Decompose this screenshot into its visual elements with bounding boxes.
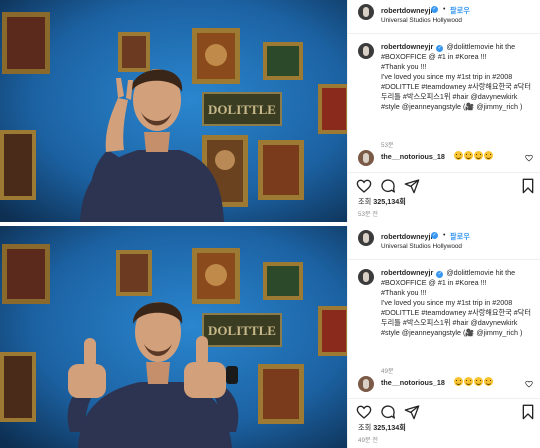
wall-painting xyxy=(318,306,347,356)
wall-painting xyxy=(2,12,50,74)
wall-painting xyxy=(192,248,240,304)
view-count-number: 325,134회 xyxy=(373,197,406,206)
caption-line: I've loved you since my #1st trip in #20… xyxy=(381,298,531,337)
caption-text: robertdowneyjr ✓ @dolittlemovie hit the #B… xyxy=(381,42,537,112)
view-count: 조회 325,134회 xyxy=(358,197,406,207)
wall-painting xyxy=(0,352,36,422)
follow-button[interactable]: 팔로우 xyxy=(450,232,470,242)
share-icon[interactable] xyxy=(404,404,420,420)
comment-icon[interactable] xyxy=(380,178,396,194)
sign-text: DOLITTLE xyxy=(208,102,276,117)
grin-emoji-icon xyxy=(454,151,463,160)
separator-dot: • xyxy=(443,6,446,13)
author-username[interactable]: robertdowneyjr xyxy=(381,232,433,241)
commenter-username[interactable]: the__notorious_18 xyxy=(381,152,445,161)
post-header: robertdowneyjr ✓ • 팔로우 Universal Studios… xyxy=(348,226,540,260)
action-bar xyxy=(348,398,540,424)
wall-painting xyxy=(263,262,303,300)
grin-emoji-icon xyxy=(474,377,483,386)
heart-icon[interactable] xyxy=(356,178,372,194)
wall-painting xyxy=(2,244,50,304)
bookmark-icon[interactable] xyxy=(520,178,536,194)
video-frame: DOLITTLE xyxy=(0,0,347,222)
comment-icon[interactable] xyxy=(380,404,396,420)
dolittle-sign: DOLITTLE xyxy=(202,313,282,347)
caption-text: robertdowneyjr ✓ @dolittlemovie hit the #B… xyxy=(381,268,537,338)
wall-painting xyxy=(263,42,303,80)
grin-emoji-icon xyxy=(464,377,473,386)
author-avatar[interactable] xyxy=(358,4,374,20)
heart-icon[interactable] xyxy=(356,404,372,420)
caption-avatar[interactable] xyxy=(358,43,374,59)
grin-emoji-icon xyxy=(454,377,463,386)
comment-emojis xyxy=(454,377,494,386)
wall-painting xyxy=(118,32,150,72)
sign-text: DOLITTLE xyxy=(208,323,276,338)
wall-painting xyxy=(192,28,240,84)
action-bar xyxy=(348,172,540,198)
grin-emoji-icon xyxy=(484,151,493,160)
post-sidebar: robertdowneyjr ✓ • 팔로우 Universal Studios… xyxy=(347,0,540,222)
post-header: robertdowneyjr ✓ • 팔로우 Universal Studios… xyxy=(348,0,540,34)
wall-painting xyxy=(258,364,304,424)
caption-avatar[interactable] xyxy=(358,269,374,285)
post-video[interactable]: DOLITTLE xyxy=(0,226,347,448)
comment-like-heart-icon[interactable] xyxy=(525,154,533,162)
comment-emojis xyxy=(454,151,494,160)
view-count: 조회 325,134회 xyxy=(358,423,406,433)
post-timestamp: 49분 전 xyxy=(358,437,378,444)
grin-emoji-icon xyxy=(484,377,493,386)
post-video[interactable]: DOLITTLE xyxy=(0,0,347,222)
wall-painting xyxy=(258,140,304,200)
author-avatar[interactable] xyxy=(358,230,374,246)
caption-line: #Thank you !!! xyxy=(381,62,427,71)
wall-painting xyxy=(116,250,152,296)
caption-line: #Thank you !!! xyxy=(381,288,427,297)
caption-username[interactable]: robertdowneyjr xyxy=(381,42,433,51)
post-timestamp: 53분 전 xyxy=(358,211,378,218)
wall-painting xyxy=(0,130,36,200)
caption-line: I've loved you since my #1st trip in #20… xyxy=(381,72,531,111)
verified-badge-icon: ✓ xyxy=(436,271,444,278)
commenter-username[interactable]: the__notorious_18 xyxy=(381,378,445,387)
follow-button[interactable]: 팔로우 xyxy=(450,6,470,16)
verified-badge-icon: ✓ xyxy=(431,6,438,13)
caption: robertdowneyjr ✓ @dolittlemovie hit the #B… xyxy=(348,34,540,149)
view-count-prefix: 조회 xyxy=(358,197,372,206)
location-link[interactable]: Universal Studios Hollywood xyxy=(381,243,462,250)
caption: robertdowneyjr ✓ @dolittlemovie hit the #B… xyxy=(348,260,540,375)
comment: the__notorious_18 xyxy=(348,372,540,396)
comment-like-heart-icon[interactable] xyxy=(525,380,533,388)
verified-badge-icon: ✓ xyxy=(431,232,438,239)
post-sidebar: robertdowneyjr ✓ • 팔로우 Universal Studios… xyxy=(347,226,540,448)
commenter-avatar[interactable] xyxy=(358,150,374,166)
wall-painting xyxy=(318,84,347,134)
commenter-avatar[interactable] xyxy=(358,376,374,392)
caption-username[interactable]: robertdowneyjr xyxy=(381,268,433,277)
grin-emoji-icon xyxy=(474,151,483,160)
location-link[interactable]: Universal Studios Hollywood xyxy=(381,17,462,24)
dolittle-sign: DOLITTLE xyxy=(202,92,282,126)
view-count-number: 325,134회 xyxy=(373,423,406,432)
instagram-post-2: DOLITTLE robertdowneyjr ✓ • 팔로우 Universa… xyxy=(0,226,540,448)
separator-dot: • xyxy=(443,232,446,239)
instagram-post-1: DOLITTLE robertdowneyjr ✓ • 팔로우 Universa… xyxy=(0,0,540,222)
author-username[interactable]: robertdowneyjr xyxy=(381,6,433,15)
video-frame: DOLITTLE xyxy=(0,226,347,448)
grin-emoji-icon xyxy=(464,151,473,160)
bookmark-icon[interactable] xyxy=(520,404,536,420)
view-count-prefix: 조회 xyxy=(358,423,372,432)
comment: the__notorious_18 xyxy=(348,146,540,170)
verified-badge-icon: ✓ xyxy=(436,45,444,52)
share-icon[interactable] xyxy=(404,178,420,194)
